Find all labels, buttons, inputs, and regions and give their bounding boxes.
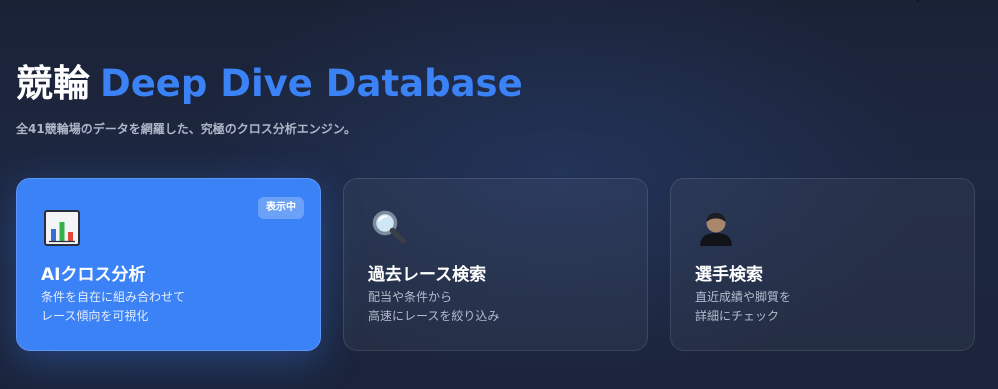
page-title: 競輪 Deep Dive Database — [16, 60, 523, 108]
magnifier-icon — [372, 210, 406, 244]
card-description-line: 直近成績や脚質を — [695, 290, 792, 304]
card-description: 配当や条件から 高速にレースを絞り込み — [368, 288, 499, 326]
card-title: 選手検索 — [695, 265, 763, 285]
card-description: 直近成績や脚質を 詳細にチェック — [695, 288, 791, 326]
corner-mark — [917, 0, 919, 2]
player-search-card[interactable]: 選手検索 直近成績や脚質を 詳細にチェック — [670, 178, 975, 351]
title-en: Deep Dive Database — [100, 62, 523, 105]
card-description-line: 条件を自在に組み合わせて — [41, 290, 186, 304]
ai-cross-analysis-card[interactable]: 表示中 AIクロス分析 条件を自在に組み合わせて レース傾向を可視化 — [16, 178, 321, 351]
card-description: 条件を自在に組み合わせて レース傾向を可視化 — [41, 288, 185, 326]
person-icon — [700, 213, 732, 246]
past-race-search-card[interactable]: 過去レース検索 配当や条件から 高速にレースを絞り込み — [343, 178, 648, 351]
card-description-line: 詳細にチェック — [695, 309, 780, 323]
title-jp: 競輪 — [16, 62, 90, 105]
page-subtitle: 全41競輪場のデータを網羅した、究極のクロス分析エンジン。 — [16, 122, 356, 136]
card-description-line: レース傾向を可視化 — [41, 309, 149, 323]
card-title: AIクロス分析 — [41, 265, 146, 285]
bar-chart-icon — [44, 210, 80, 246]
card-title: 過去レース検索 — [368, 265, 487, 285]
active-badge: 表示中 — [258, 197, 304, 219]
card-description-line: 高速にレースを絞り込み — [368, 309, 500, 323]
card-description-line: 配当や条件から — [368, 290, 453, 304]
